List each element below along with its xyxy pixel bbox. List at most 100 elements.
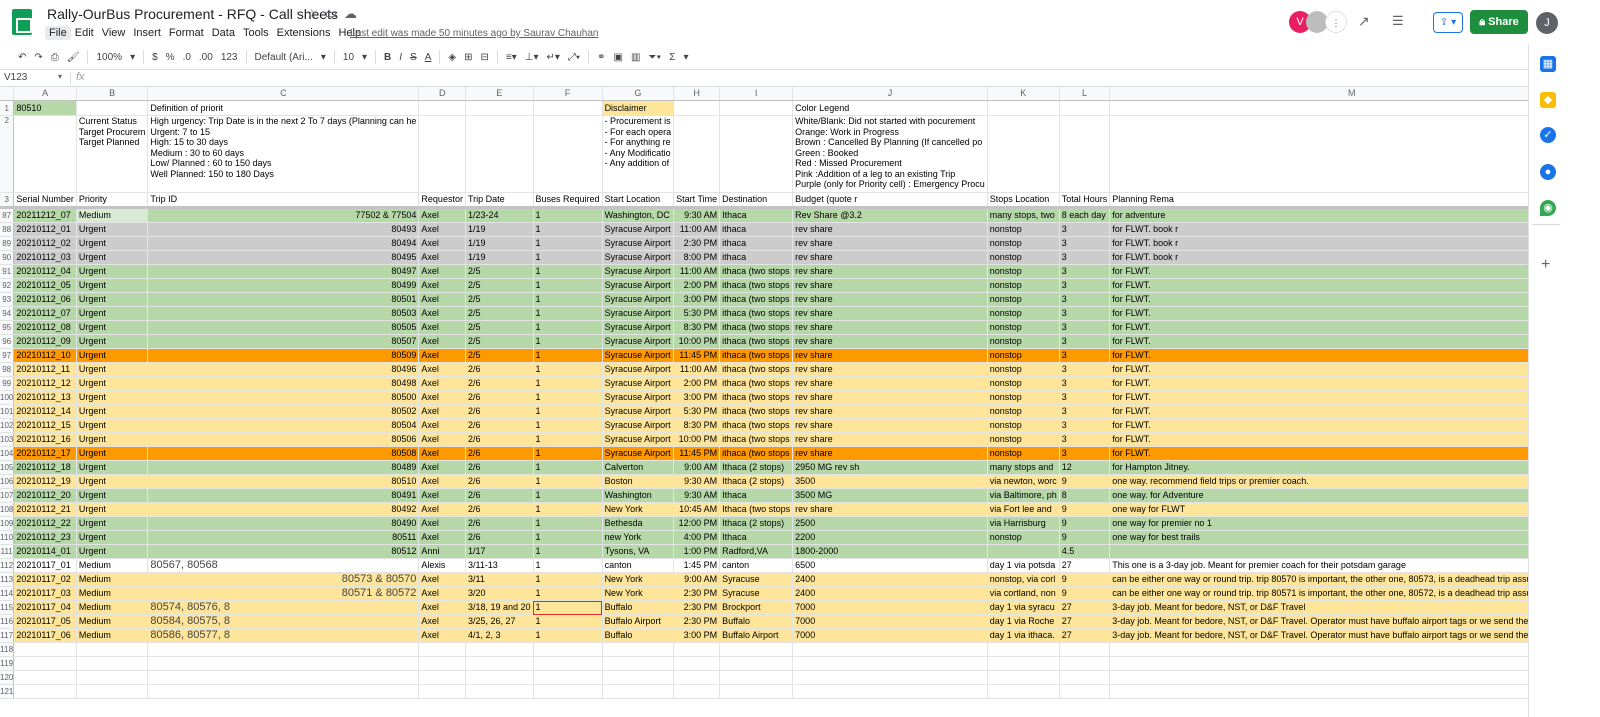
table-cell[interactable]: 20210112_19: [13, 474, 77, 489]
table-cell[interactable]: 1: [533, 586, 603, 601]
table-cell[interactable]: 8:00 PM: [673, 250, 721, 265]
table-cell[interactable]: 2/6: [465, 418, 534, 433]
filter-icon[interactable]: ⏷▾: [644, 52, 665, 63]
header-cell[interactable]: [76, 100, 149, 116]
table-cell[interactable]: 3: [1059, 376, 1111, 391]
zoom-select[interactable]: 100%: [92, 52, 126, 63]
table-cell[interactable]: Ithaca (two stops: [719, 502, 794, 517]
table-cell[interactable]: Syracuse Airport: [602, 404, 675, 419]
table-cell[interactable]: rev share: [792, 446, 988, 461]
add-addon-icon[interactable]: +: [1541, 256, 1550, 274]
activity-trend-icon[interactable]: ↗: [1358, 13, 1370, 30]
table-cell[interactable]: Syracuse Airport: [602, 362, 675, 377]
table-cell[interactable]: Axel: [418, 292, 466, 307]
table-cell[interactable]: 20210112_20: [13, 488, 77, 503]
table-cell[interactable]: many stops and: [987, 460, 1060, 475]
table-cell[interactable]: 8: [1059, 488, 1111, 503]
table-cell[interactable]: New York: [602, 502, 675, 517]
table-cell[interactable]: Rev Share @3.2: [792, 207, 988, 223]
table-cell[interactable]: 1:45 PM: [673, 558, 721, 573]
table-cell[interactable]: via cortland, non: [987, 586, 1060, 601]
table-cell[interactable]: Boston: [602, 474, 675, 489]
table-cell[interactable]: 80500: [147, 390, 420, 405]
table-cell[interactable]: Medium: [76, 558, 149, 573]
table-cell[interactable]: [987, 670, 1060, 685]
document-title[interactable]: Rally-OurBus Procurement - RFQ - Call sh…: [47, 6, 338, 22]
column-header-e[interactable]: E: [465, 87, 534, 101]
table-cell[interactable]: 80496: [147, 362, 420, 377]
header-cell[interactable]: [719, 100, 794, 116]
table-cell[interactable]: [147, 684, 420, 699]
table-cell[interactable]: 1: [533, 600, 603, 615]
table-cell[interactable]: 20211212_07: [13, 207, 77, 223]
table-cell[interactable]: 2:30 PM: [673, 586, 721, 601]
table-cell[interactable]: 2/6: [465, 474, 534, 489]
table-cell[interactable]: nonstop: [987, 446, 1060, 461]
table-cell[interactable]: 10:00 PM: [673, 432, 721, 447]
table-cell[interactable]: 20210117_05: [13, 614, 77, 629]
table-cell[interactable]: [533, 684, 603, 699]
table-cell[interactable]: via Fort lee and: [987, 502, 1060, 517]
table-cell[interactable]: 80493: [147, 222, 420, 237]
table-cell[interactable]: 80489: [147, 460, 420, 475]
header-cell[interactable]: [1059, 100, 1111, 116]
table-cell[interactable]: 20210112_11: [13, 362, 77, 377]
header-cell[interactable]: [673, 115, 721, 193]
menu-file[interactable]: File: [45, 26, 71, 40]
menu-format[interactable]: Format: [165, 26, 208, 40]
table-cell[interactable]: 9: [1059, 516, 1111, 531]
select-all-corner[interactable]: [0, 87, 15, 101]
table-cell[interactable]: Axel: [418, 530, 466, 545]
table-cell[interactable]: one way for FLWT: [1109, 502, 1528, 517]
table-cell[interactable]: [1059, 670, 1111, 685]
row-number[interactable]: 121: [0, 684, 15, 699]
table-cell[interactable]: 3: [1059, 432, 1111, 447]
menu-insert[interactable]: Insert: [129, 26, 165, 40]
table-cell[interactable]: Axel: [418, 222, 466, 237]
table-cell[interactable]: Urgent: [76, 292, 149, 307]
table-cell[interactable]: 3: [1059, 292, 1111, 307]
table-cell[interactable]: 2/5: [465, 278, 534, 293]
table-cell[interactable]: Buffalo Airport: [602, 614, 675, 629]
header-cell[interactable]: Budget (quote r: [792, 192, 988, 209]
table-cell[interactable]: [792, 684, 988, 699]
table-cell[interactable]: for FLWT.: [1109, 432, 1528, 447]
table-cell[interactable]: Axel: [418, 264, 466, 279]
menu-extensions[interactable]: Extensions: [273, 26, 335, 40]
table-cell[interactable]: 80490: [147, 516, 420, 531]
table-cell[interactable]: day 1 via syracu: [987, 600, 1060, 615]
table-cell[interactable]: 1: [533, 250, 603, 265]
table-cell[interactable]: Axel: [418, 516, 466, 531]
table-cell[interactable]: 1: [533, 544, 603, 559]
header-cell[interactable]: [1109, 100, 1528, 116]
table-cell[interactable]: 1: [533, 446, 603, 461]
table-cell[interactable]: Urgent: [76, 404, 149, 419]
table-cell[interactable]: Urgent: [76, 362, 149, 377]
table-cell[interactable]: Ithaca (2 stops): [719, 460, 794, 475]
row-number[interactable]: 102: [0, 418, 15, 433]
table-cell[interactable]: ithaca (two stops: [719, 418, 794, 433]
table-cell[interactable]: Axel: [418, 207, 466, 223]
table-cell[interactable]: Syracuse Airport: [602, 278, 675, 293]
borders-icon[interactable]: ⊞: [460, 52, 476, 63]
table-cell[interactable]: 80507: [147, 334, 420, 349]
table-cell[interactable]: Urgent: [76, 222, 149, 237]
table-cell[interactable]: via Harrisburg: [987, 516, 1060, 531]
table-cell[interactable]: nonstop: [987, 348, 1060, 363]
text-rotation-icon[interactable]: ⤢▾: [564, 52, 584, 63]
table-cell[interactable]: ithaca (two stops: [719, 362, 794, 377]
table-cell[interactable]: Axel: [418, 474, 466, 489]
present-button[interactable]: ⇪ ▾: [1433, 12, 1463, 33]
table-cell[interactable]: 80501: [147, 292, 420, 307]
table-cell[interactable]: nonstop: [987, 250, 1060, 265]
table-cell[interactable]: nonstop: [987, 334, 1060, 349]
header-cell[interactable]: Total Hours: [1059, 192, 1111, 209]
table-cell[interactable]: Axel: [418, 418, 466, 433]
header-cell[interactable]: [1109, 115, 1528, 193]
table-cell[interactable]: Syracuse Airport: [602, 250, 675, 265]
table-cell[interactable]: 3: [1059, 222, 1111, 237]
table-cell[interactable]: 4:00 PM: [673, 530, 721, 545]
table-cell[interactable]: Medium: [76, 600, 149, 615]
header-cell[interactable]: [719, 115, 794, 193]
row-number[interactable]: 100: [0, 390, 15, 405]
